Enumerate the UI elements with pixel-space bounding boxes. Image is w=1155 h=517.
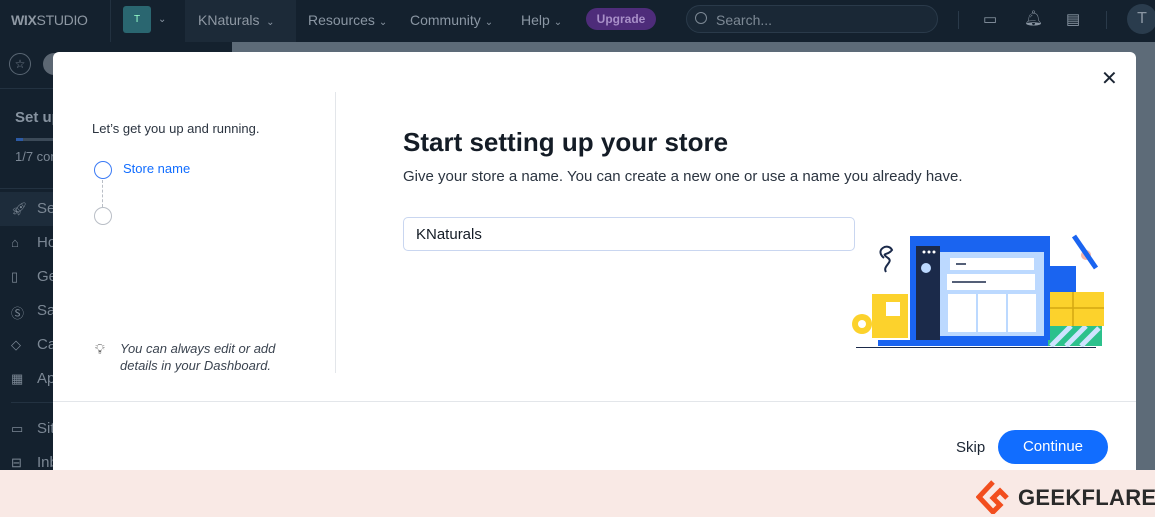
dollar-icon: Ⓢ [11, 306, 25, 321]
nav-label: Community [410, 12, 481, 28]
chevron-down-icon: ⌄ [378, 17, 388, 28]
nav-resources[interactable]: Resources ⌄ [308, 12, 387, 28]
divider [335, 92, 336, 373]
nav-help[interactable]: Help ⌄ [521, 12, 562, 28]
search-icon [695, 12, 707, 24]
step-connector [102, 180, 103, 207]
user-avatar[interactable]: T [1127, 4, 1155, 34]
divider [958, 11, 959, 29]
upgrade-button[interactable]: Upgrade [586, 8, 656, 30]
divider [1106, 11, 1107, 29]
site-name: KNaturals [198, 12, 260, 28]
geekflare-logo [976, 480, 1009, 514]
chevron-down-icon: ⌄ [263, 17, 275, 28]
workspace-avatar[interactable]: T [123, 6, 151, 33]
devices-icon: ▭ [11, 421, 24, 436]
divider [110, 0, 111, 42]
chevron-down-icon[interactable]: ⌄ [158, 14, 166, 25]
store-name-input[interactable] [403, 217, 855, 251]
inbox-icon: ⊟ [11, 455, 22, 470]
news-icon[interactable]: ▤ [1066, 10, 1080, 28]
cards-icon: ◇ [11, 337, 21, 352]
logo-bold: WIX [11, 12, 37, 28]
store-illustration [852, 234, 1104, 348]
logo-rest: STUDIO [36, 12, 88, 28]
nav-label: Resources [308, 12, 375, 28]
watermark-band: GEEKFLARE [0, 470, 1155, 517]
nav-label: Help [521, 12, 550, 28]
nav-community[interactable]: Community ⌄ [410, 12, 493, 28]
search-placeholder: Search... [716, 12, 773, 28]
site-selector[interactable]: KNaturals ⌄ [185, 0, 296, 42]
sidebar-item-label: Sit [37, 420, 55, 437]
watermark-text: GEEKFLARE [1018, 485, 1155, 510]
search-input[interactable]: Search... [686, 5, 938, 33]
chevron-down-icon: ⌄ [553, 17, 563, 28]
lightbulb-icon: 💡︎ [95, 341, 105, 357]
modal-subtitle: Give your store a name. You can create a… [403, 168, 963, 185]
top-bar: WIXSTUDIO T ⌄ KNaturals ⌄ Resources ⌄ Co… [0, 0, 1155, 42]
chat-icon[interactable]: ▭ [983, 10, 997, 28]
skip-button[interactable]: Skip [956, 439, 985, 456]
setup-store-modal: ✕ Let’s get you up and running. Store na… [53, 52, 1136, 482]
step-store-name[interactable]: Store name [123, 161, 190, 176]
rocket-icon: 🚀︎ [11, 201, 28, 216]
tip-text: You can always edit or add details in yo… [120, 341, 276, 373]
apps-icon: ▦ [11, 371, 24, 386]
star-icon[interactable]: ☆ [9, 53, 31, 75]
home-icon: ⌂ [11, 235, 19, 250]
chevron-down-icon: ⌄ [484, 17, 494, 28]
modal-title: Start setting up your store [403, 127, 729, 157]
progress-fill [16, 138, 23, 141]
continue-button[interactable]: Continue [998, 430, 1108, 464]
bell-icon[interactable]: 🔔︎ [1024, 9, 1043, 27]
divider [53, 401, 1136, 402]
close-icon[interactable]: ✕ [1101, 66, 1118, 91]
step-circle[interactable] [94, 207, 112, 225]
step-circle-active[interactable] [94, 161, 112, 179]
invoice-icon: ▯ [11, 269, 19, 284]
intro-text: Let’s get you up and running. [92, 121, 260, 136]
wix-studio-logo[interactable]: WIXSTUDIO [11, 12, 88, 28]
